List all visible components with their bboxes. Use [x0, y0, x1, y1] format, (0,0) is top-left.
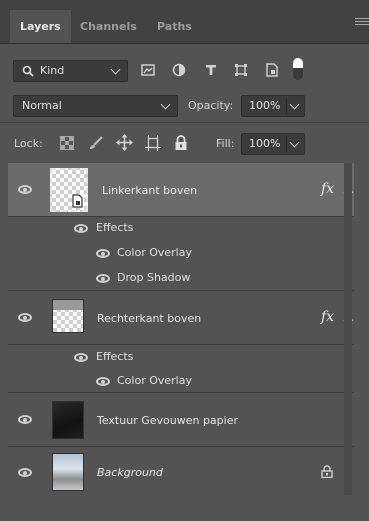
layer-row-textuur-gevouwen-papier[interactable]: Textuur Gevouwen papier — [8, 393, 354, 447]
layer-name[interactable]: Background — [97, 466, 163, 479]
filter-kind-label: Kind — [40, 64, 65, 77]
panel-footer — [0, 498, 369, 521]
layer-name[interactable]: Textuur Gevouwen papier — [97, 414, 238, 427]
lock-icon — [321, 465, 333, 478]
search-icon — [22, 65, 34, 77]
effect-color-overlay[interactable]: Color Overlay — [117, 374, 192, 387]
panel-menu-icon[interactable] — [355, 18, 369, 28]
lock-position-icon[interactable] — [116, 134, 133, 151]
layer-thumbnail — [50, 168, 88, 212]
tab-channels[interactable]: Channels — [70, 10, 147, 43]
layer-thumbnail — [52, 299, 84, 333]
effects-visibility-eye-icon[interactable] — [74, 224, 88, 233]
filter-kind-select[interactable]: Kind — [13, 60, 128, 82]
chevron-down-icon — [160, 99, 171, 110]
layers-list: Linkerkant boven fx Effects Color Overla… — [8, 163, 354, 498]
lock-image-pixels-icon[interactable] — [88, 135, 104, 151]
opacity-field[interactable]: 100% — [241, 95, 305, 117]
chevron-down-icon — [289, 137, 300, 148]
tab-layers[interactable]: Layers — [10, 10, 71, 43]
shape-filter-icon[interactable] — [233, 62, 249, 78]
visibility-eye-icon[interactable] — [18, 313, 32, 322]
effect-drop-shadow[interactable]: Drop Shadow — [117, 271, 190, 284]
fx-icon[interactable]: fx — [321, 309, 334, 325]
opacity-value: 100% — [249, 99, 281, 112]
blend-mode-value: Normal — [22, 99, 62, 112]
fill-field[interactable]: 100% — [241, 133, 305, 155]
layer-row-background[interactable]: Background — [8, 447, 354, 497]
fill-label: Fill: — [216, 137, 235, 150]
adjustment-filter-icon[interactable] — [171, 62, 187, 78]
lock-label: Lock: — [14, 137, 43, 150]
layer-thumbnail — [52, 453, 84, 491]
tab-paths[interactable]: Paths — [147, 10, 202, 43]
layer-name[interactable]: Linkerkant boven — [102, 184, 197, 197]
effect-color-overlay[interactable]: Color Overlay — [117, 246, 192, 259]
blend-mode-select[interactable]: Normal — [13, 95, 178, 117]
lock-all-icon[interactable] — [174, 135, 188, 151]
layer-effects-group: Effects Color Overlay — [8, 345, 354, 393]
opacity-label: Opacity: — [188, 99, 234, 112]
scrollbar[interactable] — [344, 163, 352, 495]
lock-artboard-icon[interactable] — [145, 135, 161, 151]
effect-visibility-eye-icon[interactable] — [96, 274, 110, 283]
layer-row-linkerkant-boven[interactable]: Linkerkant boven fx — [8, 163, 354, 217]
image-filter-icon[interactable] — [140, 62, 156, 78]
visibility-eye-icon[interactable] — [18, 415, 32, 424]
effect-visibility-eye-icon[interactable] — [96, 377, 110, 386]
layer-effects-group: Effects Color Overlay Drop Shadow — [8, 217, 354, 291]
effect-visibility-eye-icon[interactable] — [96, 249, 110, 258]
layer-row-rechterkant-boven[interactable]: Rechterkant boven fx — [8, 291, 354, 345]
layer-name[interactable]: Rechterkant boven — [97, 312, 201, 325]
fx-icon[interactable]: fx — [321, 181, 334, 197]
lock-transparent-pixels-icon[interactable] — [60, 136, 74, 150]
layer-thumbnail — [52, 401, 84, 439]
smart-object-filter-icon[interactable] — [264, 62, 280, 78]
divider — [0, 122, 369, 123]
visibility-eye-icon[interactable] — [18, 468, 32, 477]
effects-label: Effects — [96, 350, 134, 363]
fill-value: 100% — [249, 137, 281, 150]
chevron-down-icon — [289, 99, 300, 110]
visibility-eye-icon[interactable] — [18, 185, 32, 194]
chevron-down-icon — [110, 64, 121, 75]
type-filter-icon[interactable] — [203, 62, 219, 78]
effects-visibility-eye-icon[interactable] — [74, 353, 88, 362]
panel-tab-bar: Layers Channels Paths — [0, 0, 369, 44]
smart-object-badge-icon — [72, 194, 84, 208]
effects-label: Effects — [96, 221, 134, 234]
filter-toggle-icon[interactable] — [293, 58, 303, 80]
layers-panel: Layers Channels Paths Kind Normal Opacit… — [0, 0, 369, 521]
